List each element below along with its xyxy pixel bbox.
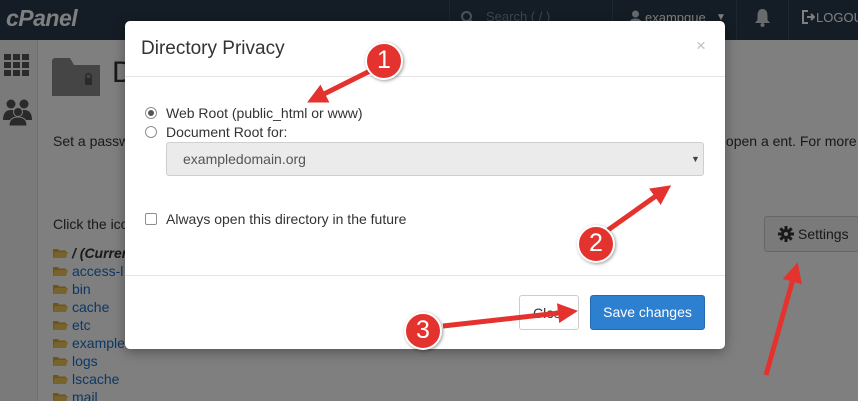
radio-document-root-label: Document Root for: (166, 124, 288, 140)
modal-header: Directory Privacy × (125, 21, 725, 77)
domain-select[interactable]: exampledomain.org ▼ (166, 142, 704, 176)
radio-button-checked[interactable] (145, 107, 157, 119)
step-2-badge: 2 (577, 225, 615, 263)
close-button[interactable]: Close (519, 295, 579, 330)
radio-button[interactable] (145, 126, 157, 138)
step-1-badge: 1 (365, 42, 403, 80)
radio-web-root-label: Web Root (public_html or www) (166, 105, 363, 121)
close-icon[interactable]: × (696, 36, 706, 56)
always-open-checkbox[interactable] (145, 213, 157, 225)
save-changes-button[interactable]: Save changes (590, 295, 705, 330)
directory-privacy-dialog: Directory Privacy × Web Root (public_htm… (125, 21, 725, 349)
dropdown-arrow-icon: ▼ (691, 154, 700, 164)
always-open-label: Always open this directory in the future (166, 211, 407, 227)
step-3-badge: 3 (404, 312, 442, 350)
modal-title: Directory Privacy (141, 38, 285, 59)
domain-select-value: exampledomain.org (183, 151, 306, 167)
